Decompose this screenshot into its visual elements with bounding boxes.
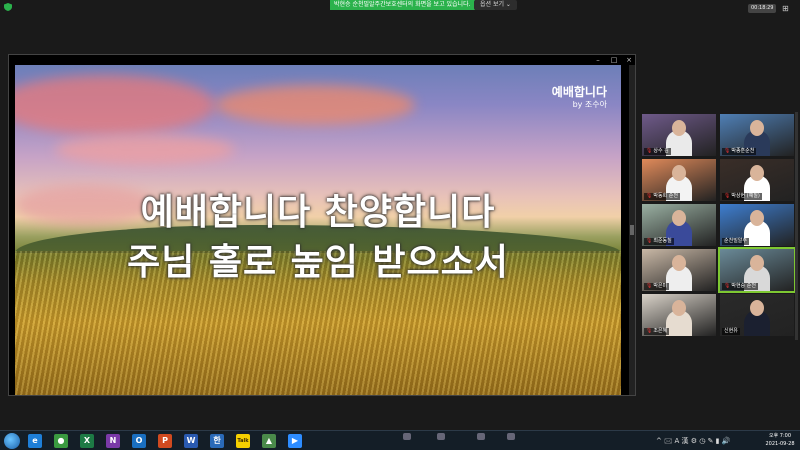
participant-tile[interactable]: 🎙박종훈순천 (720, 114, 794, 156)
share-scrollbar[interactable] (629, 65, 635, 395)
start-button[interactable] (4, 433, 20, 449)
zoom-meeting-window: 박현승 순천밀알주간보호센터의 화면을 보고 있습니다. 옵션 보기 ⌄ 00:… (0, 0, 800, 450)
participant-name: 순천밀알주 (724, 238, 748, 244)
muted-mic-icon: 🎙 (646, 283, 653, 289)
participant-head (672, 300, 686, 316)
zoom-toolbar-button[interactable] (470, 433, 492, 449)
outlook-icon[interactable]: O (132, 434, 146, 448)
zoom-toolbar-button[interactable] (500, 433, 522, 449)
gallery-scrollbar[interactable] (795, 112, 798, 340)
cloud-shape (15, 75, 215, 135)
participant-name: 조은혜 (653, 328, 668, 334)
participant-head (672, 210, 686, 226)
muted-mic-icon: 🎙 (646, 238, 653, 244)
word-icon[interactable]: W (184, 434, 198, 448)
minimize-icon[interactable]: – (593, 56, 603, 64)
participant-name-label: 🎙박종훈순천 (722, 148, 757, 155)
participant-head (750, 300, 764, 316)
maximize-icon[interactable]: □ (609, 56, 619, 64)
participant-name: 최준동칠 (653, 238, 672, 244)
participant-head (672, 165, 686, 181)
muted-mic-icon: 🎙 (646, 148, 653, 154)
participant-name: 박현승 순천 (731, 283, 756, 289)
ie-icon[interactable]: e (28, 434, 42, 448)
clock-time: 오후 7:00 (768, 433, 792, 439)
top-bar: 박현승 순천밀알주간보호센터의 화면을 보고 있습니다. 옵션 보기 ⌄ 00:… (0, 0, 800, 14)
muted-mic-icon: 🎙 (646, 328, 653, 334)
meeting-timer: 00:18:29 (748, 4, 777, 13)
participant-name-label: 신현유 (722, 328, 740, 335)
muted-mic-icon: 🎙 (724, 148, 731, 154)
muted-mic-icon: 🎙 (724, 283, 731, 289)
participant-name: 박상현 (예칠) (731, 193, 760, 199)
participant-tile[interactable]: 🎙박동희 순천 (642, 159, 716, 201)
chrome-icon[interactable]: ● (54, 434, 68, 448)
lyric-line-1: 예배합니다 찬양합니다 (140, 192, 496, 233)
watermark-title: 예배합니다 (551, 85, 607, 99)
participant-name-label: 🎙박은미 (644, 283, 670, 290)
cloud-shape (215, 85, 415, 125)
windows-taskbar: e ● X N O P W 한 Talk ▲ ▶ ^ 🖂 A 漢 ⚙ ◷ ✎ ▮ 🔊 오후 7:00… (0, 430, 800, 450)
cloud-shape (55, 135, 235, 165)
onenote-icon[interactable]: N (106, 434, 120, 448)
participant-tile[interactable]: 🎙박상현 (예칠) (720, 159, 794, 201)
participant-name-label: 🎙박동희 순천 (644, 193, 680, 200)
shared-screen-window[interactable]: – □ × 예배합니다 by 조수아 예배합니다 찬양합니다 주님 홀로 높임 … (8, 54, 636, 396)
screen-share-banner: 박현승 순천밀알주간보호센터의 화면을 보고 있습니다. (330, 0, 475, 10)
zoom-icon[interactable]: ▶ (288, 434, 302, 448)
view-options-button[interactable]: 옵션 보기 ⌄ (474, 0, 517, 10)
watermark-author: by 조수아 (572, 100, 607, 109)
hwp-icon[interactable]: 한 (210, 434, 224, 448)
lyric-line-2: 주님 홀로 높임 받으소서 (127, 242, 509, 283)
participant-name-label: 순천밀알주 (722, 238, 750, 245)
participant-name: 박동희 순천 (653, 193, 678, 199)
participant-head (750, 120, 764, 136)
worship-lyrics-slide: 예배합니다 by 조수아 예배합니다 찬양합니다 주님 홀로 높임 받으소서 (15, 65, 621, 395)
zoom-toolbar-button[interactable] (430, 433, 452, 449)
security-shield-icon[interactable] (4, 3, 12, 11)
participant-name: 상수 김 (653, 148, 669, 154)
participant-tile[interactable]: 🎙상수 김 (642, 114, 716, 156)
participant-name: 박은미 (653, 283, 668, 289)
participant-tile[interactable]: 🎙조은혜 (642, 294, 716, 336)
powerpoint-icon[interactable]: P (158, 434, 172, 448)
participant-tile[interactable]: 신현유 (720, 294, 794, 336)
participant-name: 신현유 (724, 328, 738, 334)
participant-head (750, 255, 764, 271)
scrollbar-thumb[interactable] (630, 225, 634, 235)
participant-tile[interactable]: 🎙최준동칠 (642, 204, 716, 246)
participant-tile[interactable]: 순천밀알주 (720, 204, 794, 246)
taskbar-clock[interactable]: 오후 7:00 2021-09-28 (762, 432, 798, 448)
gallery-icon[interactable]: ▲ (262, 434, 276, 448)
zoom-toolbar-button[interactable] (396, 433, 418, 449)
excel-icon[interactable]: X (80, 434, 94, 448)
kakaotalk-icon[interactable]: Talk (236, 434, 250, 448)
participant-gallery: 🎙상수 김 🎙박종훈순천 🎙박동희 순천 🎙박상현 (예칠) 🎙최준동칠 순천밀알주 🎙박은… (642, 114, 798, 338)
muted-mic-icon: 🎙 (724, 193, 731, 199)
system-tray[interactable]: ^ 🖂 A 漢 ⚙ ◷ ✎ ▮ 🔊 (656, 435, 730, 447)
participant-name-label: 🎙최준동칠 (644, 238, 674, 245)
close-icon[interactable]: × (624, 56, 634, 64)
participant-name-label: 🎙조은혜 (644, 328, 670, 335)
participant-head (750, 210, 764, 226)
participant-head (750, 165, 764, 181)
clock-date: 2021-09-28 (765, 441, 795, 447)
grid-view-icon[interactable]: ⊞ (782, 4, 792, 13)
participant-head (672, 120, 686, 136)
participant-name: 박종훈순천 (731, 148, 755, 154)
participant-tile[interactable]: 🎙박은미 (642, 249, 716, 291)
muted-mic-icon: 🎙 (646, 193, 653, 199)
participant-name-label: 🎙박현승 순천 (722, 283, 758, 290)
participant-name-label: 🎙상수 김 (644, 148, 671, 155)
participant-head (672, 255, 686, 271)
participant-tile[interactable]: 🎙박현승 순천 (718, 247, 796, 293)
participant-name-label: 🎙박상현 (예칠) (722, 193, 762, 200)
